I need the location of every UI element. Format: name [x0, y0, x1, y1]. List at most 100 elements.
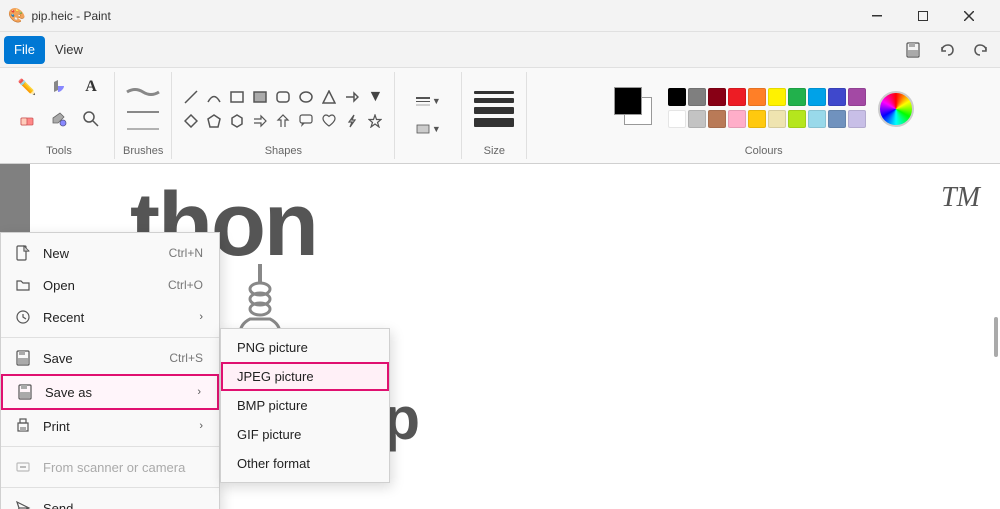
eraser-tool[interactable]: [12, 104, 42, 134]
swatch-pink[interactable]: [728, 110, 746, 128]
file-menu-dropdown: New Ctrl+N Open Ctrl+O Recent › Save Ct: [0, 232, 220, 509]
magnifier-tool[interactable]: [76, 104, 106, 134]
color-picker-tool[interactable]: [44, 104, 74, 134]
submenu-jpeg[interactable]: JPEG picture: [221, 362, 389, 391]
ellipse-shape[interactable]: [295, 86, 317, 108]
swatch-gold[interactable]: [748, 110, 766, 128]
save-icon: [13, 348, 33, 368]
size-line-4[interactable]: [474, 118, 514, 127]
gif-label: GIF picture: [237, 427, 301, 442]
menu-print[interactable]: Print ›: [1, 410, 219, 442]
colours-label: Colours: [745, 145, 783, 159]
brush-medium[interactable]: [123, 104, 163, 120]
separator-2: [1, 446, 219, 447]
tools-group: ✏️ A Tools: [4, 72, 115, 159]
swatch-orange[interactable]: [748, 88, 766, 106]
swatch-brown[interactable]: [708, 110, 726, 128]
pentagon-shape[interactable]: [203, 110, 225, 132]
text-tool[interactable]: A: [76, 72, 106, 102]
curve-shape[interactable]: [203, 86, 225, 108]
round-rect-shape[interactable]: [272, 86, 294, 108]
size-line-1[interactable]: [474, 91, 514, 94]
rect-filled-shape[interactable]: [249, 86, 271, 108]
fill-dropdown[interactable]: ▼: [403, 117, 453, 141]
brush-small[interactable]: [123, 122, 163, 136]
scroll-bar[interactable]: [994, 317, 998, 357]
diamond-shape[interactable]: [180, 110, 202, 132]
send-icon: [13, 498, 33, 509]
swatch-white[interactable]: [668, 110, 686, 128]
size-line-2[interactable]: [474, 98, 514, 103]
submenu-gif[interactable]: GIF picture: [221, 420, 389, 449]
size-line-3[interactable]: [474, 107, 514, 114]
active-colors: [614, 87, 658, 131]
more-shapes[interactable]: ▼: [364, 86, 386, 108]
minimize-button[interactable]: [854, 0, 900, 32]
save-as-submenu: PNG picture JPEG picture BMP picture GIF…: [220, 328, 390, 483]
swatch-darkblue[interactable]: [828, 88, 846, 106]
menu-save-as[interactable]: Save as ›: [1, 374, 219, 410]
save-toolbar-button[interactable]: [898, 36, 928, 64]
shapes-label: Shapes: [265, 145, 302, 159]
swatch-red[interactable]: [728, 88, 746, 106]
menu-recent[interactable]: Recent ›: [1, 301, 219, 333]
main-canvas-area: TM thon: [0, 164, 1000, 509]
swatch-lavender[interactable]: [848, 110, 866, 128]
swatch-blue[interactable]: [808, 88, 826, 106]
bmp-label: BMP picture: [237, 398, 308, 413]
outline-dropdown[interactable]: ▼: [403, 89, 453, 113]
other-label: Other format: [237, 456, 310, 471]
maximize-button[interactable]: [900, 0, 946, 32]
right-arrow-shape[interactable]: [249, 110, 271, 132]
print-icon: [13, 416, 33, 436]
callout-shape[interactable]: [295, 110, 317, 132]
line-shape[interactable]: [180, 86, 202, 108]
submenu-other[interactable]: Other format: [221, 449, 389, 478]
submenu-png[interactable]: PNG picture: [221, 333, 389, 362]
swatch-green[interactable]: [788, 88, 806, 106]
menu-save[interactable]: Save Ctrl+S: [1, 342, 219, 374]
swatch-lightyellow[interactable]: [768, 110, 786, 128]
arrow-shape[interactable]: [341, 86, 363, 108]
menu-open[interactable]: Open Ctrl+O: [1, 269, 219, 301]
pencil-tool[interactable]: ✏️: [12, 72, 42, 102]
triangle-shape[interactable]: [318, 86, 340, 108]
titlebar: 🎨 pip.heic - Paint: [0, 0, 1000, 32]
star-shape[interactable]: [364, 110, 386, 132]
foreground-color[interactable]: [614, 87, 642, 115]
new-icon: [13, 243, 33, 263]
fill-tool[interactable]: [44, 72, 74, 102]
swatch-periwinkle[interactable]: [828, 110, 846, 128]
swatch-gray[interactable]: [688, 88, 706, 106]
swatch-darkred[interactable]: [708, 88, 726, 106]
menu-send[interactable]: Send: [1, 492, 219, 509]
lightning-shape[interactable]: [341, 110, 363, 132]
hexagon-shape[interactable]: [226, 110, 248, 132]
color-picker-wheel[interactable]: [878, 91, 914, 127]
swatch-lightblue[interactable]: [808, 110, 826, 128]
print-label: Print: [43, 419, 195, 434]
menubar: File View: [0, 32, 1000, 68]
rect-shape[interactable]: [226, 86, 248, 108]
redo-button[interactable]: [966, 36, 996, 64]
menu-file[interactable]: File: [4, 36, 45, 64]
send-label: Send: [43, 501, 203, 509]
menu-new[interactable]: New Ctrl+N: [1, 237, 219, 269]
open-shortcut: Ctrl+O: [168, 278, 203, 292]
heart-shape[interactable]: [318, 110, 340, 132]
undo-button[interactable]: [932, 36, 962, 64]
swatch-lightgray[interactable]: [688, 110, 706, 128]
swatch-purple[interactable]: [848, 88, 866, 106]
close-button[interactable]: [946, 0, 992, 32]
menu-view[interactable]: View: [45, 36, 93, 64]
swatch-black[interactable]: [668, 88, 686, 106]
menu-scanner: From scanner or camera: [1, 451, 219, 483]
brushes-group: Brushes: [115, 72, 172, 159]
submenu-bmp[interactable]: BMP picture: [221, 391, 389, 420]
swatch-lightgreen[interactable]: [788, 110, 806, 128]
brush-large[interactable]: [123, 82, 163, 102]
swatch-yellow[interactable]: [768, 88, 786, 106]
open-icon: [13, 275, 33, 295]
recent-icon: [13, 307, 33, 327]
up-arrow-shape[interactable]: [272, 110, 294, 132]
